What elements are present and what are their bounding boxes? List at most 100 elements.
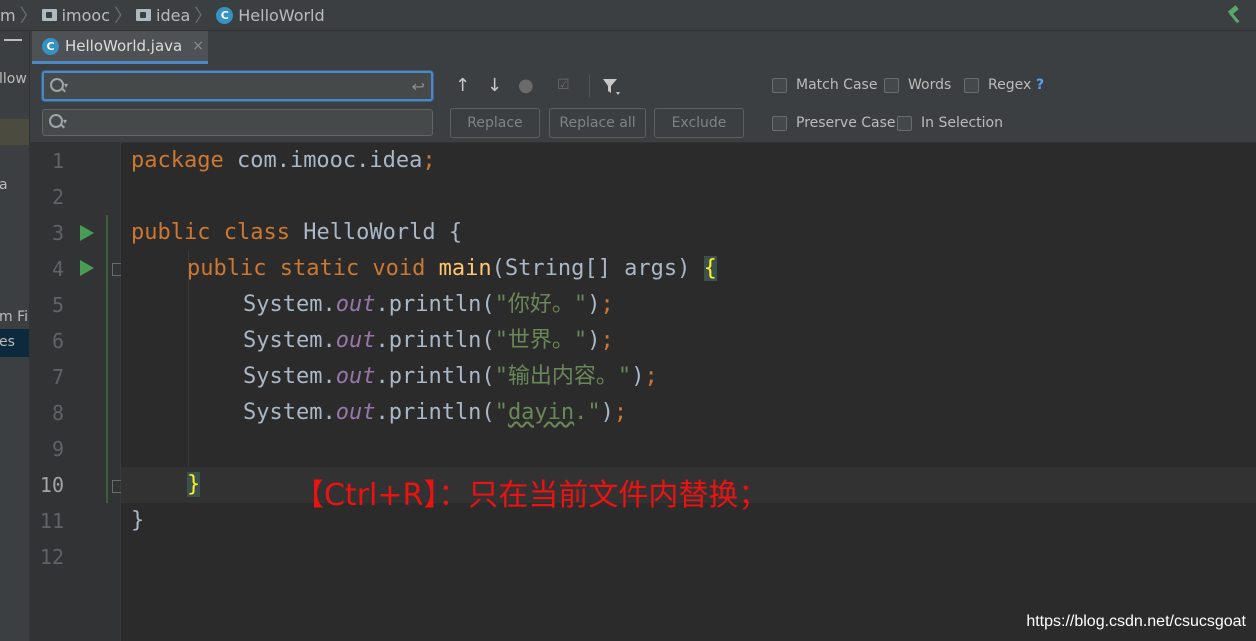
class-declaration: HelloWorld { <box>289 220 463 245</box>
project-tree-text: llow <box>0 71 27 87</box>
code-line-6: System.out.println("世界。"); <box>243 323 1256 359</box>
breadcrumb-imooc[interactable]: imooc <box>41 5 110 25</box>
search-history-dropdown-icon[interactable]: ▾ <box>64 81 68 90</box>
project-tree-selected-row[interactable]: es <box>0 329 29 357</box>
project-tree-text: m Fil <box>0 309 30 325</box>
println-call: .println( <box>375 400 495 425</box>
code-line-4: public static void main(String[] args) { <box>187 251 1256 287</box>
replace-all-button[interactable]: Replace all <box>549 108 646 138</box>
line-number: 2 <box>51 185 64 209</box>
string-literal: ." <box>574 400 601 425</box>
checkbox-box[interactable] <box>772 77 787 93</box>
checkbox-box[interactable] <box>964 77 979 93</box>
find-replace-panel: ▾ ↩ ▾ ↑ ↓ ● ☑ Replace Replace all Exclud… <box>30 67 1256 143</box>
editor-tab-bar: C HelloWorld.java × <box>30 31 1256 67</box>
replace-history-dropdown-icon[interactable]: ▾ <box>63 117 67 126</box>
project-tree-selection <box>0 119 29 145</box>
system-class: System. <box>243 292 336 317</box>
breadcrumb-project[interactable]: m <box>0 6 16 25</box>
matched-brace: } <box>187 472 201 497</box>
package-folder-icon <box>41 9 57 21</box>
project-tree-text: a <box>0 177 8 193</box>
println-call: .println( <box>375 364 495 389</box>
method-params: (String[] args) <box>491 256 704 281</box>
line-number: 1 <box>51 149 64 173</box>
string-literal: "输出内容。" <box>494 364 632 389</box>
next-occurrence-icon[interactable]: ↓ <box>487 75 502 96</box>
exclude-button[interactable]: Exclude <box>654 108 744 138</box>
toolbar-divider <box>589 75 590 97</box>
line-number-current: 10 <box>39 473 64 497</box>
search-icon[interactable] <box>49 114 63 128</box>
search-input[interactable]: ▾ ↩ <box>42 71 433 101</box>
project-tool-window-strip[interactable]: llow a m Fil es <box>0 31 30 641</box>
regex-checkbox[interactable]: Regex <box>964 77 1031 93</box>
vcs-change-marker <box>106 215 108 503</box>
words-label: Words <box>908 77 952 93</box>
breadcrumb-idea-label: idea <box>156 5 191 25</box>
semicolon: ; <box>600 292 614 317</box>
previous-occurrence-icon[interactable]: ↑ <box>455 75 470 96</box>
match-case-label: Match Case <box>796 77 878 93</box>
keyword-public-class: public class <box>131 220 290 245</box>
replace-input[interactable]: ▾ <box>42 109 433 136</box>
match-case-checkbox[interactable]: Match Case <box>772 77 877 93</box>
filter-icon[interactable] <box>601 77 621 97</box>
line-number: 11 <box>39 509 64 533</box>
breadcrumb-idea[interactable]: idea <box>136 6 190 25</box>
code-line-1: package com.imooc.idea; <box>131 143 1256 179</box>
breadcrumb-separator: 〉 <box>194 6 213 27</box>
in-selection-checkbox[interactable]: In Selection <box>897 115 1003 131</box>
semicolon: ; <box>613 400 628 425</box>
tab-label: HelloWorld.java <box>65 37 183 55</box>
keyword-package: package <box>131 148 224 173</box>
java-class-icon: C <box>42 37 59 55</box>
preserve-case-label: Preserve Case <box>796 115 896 131</box>
build-hammer-icon[interactable] <box>1224 5 1244 25</box>
code-line-3: public class HelloWorld { <box>131 215 1256 251</box>
line-number: 4 <box>51 257 64 281</box>
line-number: 9 <box>51 437 64 461</box>
breadcrumb-imooc-label: imooc <box>61 5 110 25</box>
out-field: out <box>335 328 376 353</box>
regex-help-icon[interactable]: ? <box>1036 77 1044 93</box>
semicolon: ; <box>600 328 614 353</box>
select-all-occurrences-icon[interactable]: ● <box>518 75 534 96</box>
close-paren: ) <box>587 292 601 317</box>
words-checkbox[interactable]: Words <box>884 77 951 93</box>
run-main-icon[interactable] <box>80 260 94 276</box>
breadcrumb-separator: 〉 <box>114 6 132 27</box>
out-field: out <box>335 400 376 425</box>
semicolon: ; <box>644 364 658 389</box>
close-icon[interactable]: × <box>192 38 204 54</box>
method-name: main <box>438 256 492 281</box>
string-literal: "世界。" <box>494 328 588 353</box>
checkbox-box[interactable] <box>884 77 899 93</box>
line-number: 5 <box>51 293 64 317</box>
search-icon[interactable] <box>50 78 64 92</box>
java-class-icon: C <box>216 6 234 24</box>
breadcrumb-helloworld-label: HelloWorld <box>238 5 325 25</box>
line-number: 3 <box>51 221 64 245</box>
string-literal: "你好。" <box>494 292 588 317</box>
collapse-icon[interactable] <box>4 39 22 41</box>
package-name: com.imooc.idea <box>223 148 423 173</box>
string-quote: " <box>494 400 508 425</box>
keyword-modifiers: public static void <box>187 256 426 281</box>
preserve-case-checkbox[interactable]: Preserve Case <box>772 115 896 131</box>
run-class-icon[interactable] <box>80 225 94 241</box>
breadcrumb-helloworld[interactable]: C HelloWorld <box>216 5 325 25</box>
line-number: 6 <box>51 329 64 353</box>
checkbox-box[interactable] <box>897 115 912 131</box>
replace-button[interactable]: Replace <box>450 108 540 138</box>
in-selection-label: In Selection <box>921 115 1003 131</box>
new-line-icon[interactable]: ↩ <box>412 77 425 96</box>
code-editor[interactable]: package com.imooc.idea; public class Hel… <box>121 143 1256 641</box>
line-number: 8 <box>51 401 64 425</box>
code-line-7: System.out.println("输出内容。"); <box>243 359 1256 395</box>
shortcut-annotation: 【Ctrl+R】：只在当前文件内替换； <box>294 478 769 513</box>
editor-gutter[interactable]: 1 2 3 4 5 6 7 8 9 10 11 12 <box>30 143 123 641</box>
checkbox-box[interactable] <box>772 115 787 131</box>
tab-helloworld-java[interactable]: C HelloWorld.java × <box>32 31 208 64</box>
add-selection-icon[interactable]: ☑ <box>557 77 570 93</box>
